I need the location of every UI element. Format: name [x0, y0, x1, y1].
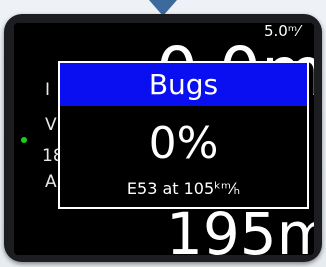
status-indicator: [21, 137, 27, 143]
altitude-readout: 195m: [166, 200, 314, 255]
left-label-v: V: [45, 115, 57, 135]
bugs-value: 0%: [148, 118, 219, 169]
dialog-title: Bugs: [60, 63, 307, 106]
bugs-dialog[interactable]: Bugs 0% E53 at 105ᵏᵐ⁄ₕ: [58, 61, 309, 209]
left-label-i: I: [45, 80, 51, 100]
efficiency-subtitle: E53 at 105ᵏᵐ⁄ₕ: [126, 179, 241, 198]
left-label-a: A: [45, 172, 57, 192]
display-screen: 5.0ᵐ⁄ 0.0m⁄ I V 18 A 195m Bugs 0% E53 at…: [14, 23, 314, 255]
